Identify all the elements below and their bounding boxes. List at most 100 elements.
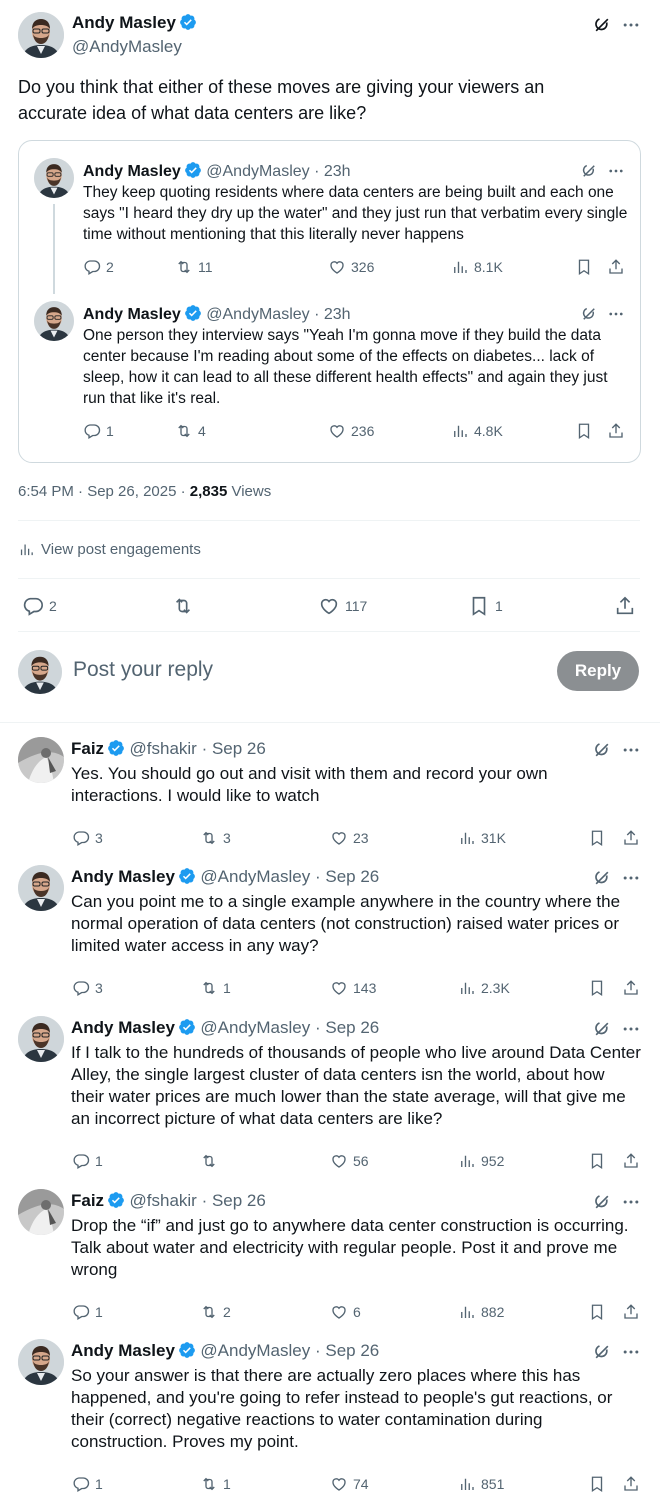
- author-name[interactable]: Faiz: [71, 1191, 104, 1210]
- avatar[interactable]: [34, 158, 74, 198]
- author-name[interactable]: Faiz: [71, 739, 104, 758]
- author-handle[interactable]: @fshakir · Sep 26: [130, 739, 266, 758]
- share-button[interactable]: [622, 1475, 640, 1493]
- like-button[interactable]: 23: [330, 829, 369, 847]
- reply-button[interactable]: 1: [83, 422, 114, 440]
- author-name[interactable]: Andy Masley: [72, 13, 176, 32]
- repost-button[interactable]: 1: [200, 1475, 231, 1493]
- share-button[interactable]: [622, 1152, 640, 1170]
- repost-button[interactable]: [200, 1152, 223, 1170]
- bookmark-button[interactable]: [588, 1475, 606, 1493]
- avatar[interactable]: [18, 737, 64, 783]
- reply-submit-button[interactable]: Reply: [557, 651, 639, 691]
- author-handle[interactable]: @AndyMasley · Sep 26: [200, 1341, 379, 1360]
- share-button[interactable]: [607, 422, 625, 440]
- avatar[interactable]: [18, 12, 64, 58]
- author-handle[interactable]: @AndyMasley · 23h: [206, 163, 350, 180]
- reply-button[interactable]: 1: [72, 1303, 103, 1321]
- verified-badge-icon: [184, 304, 202, 322]
- share-button[interactable]: [607, 258, 625, 276]
- share-button[interactable]: [622, 979, 640, 997]
- more-icon[interactable]: [621, 1019, 641, 1039]
- views-button[interactable]: 882: [458, 1303, 504, 1321]
- author-name[interactable]: Andy Masley: [71, 1018, 175, 1037]
- bookmark-button[interactable]: [588, 829, 606, 847]
- grok-icon[interactable]: [592, 1342, 612, 1362]
- repost-button[interactable]: 2: [200, 1303, 231, 1321]
- divider: [0, 722, 660, 723]
- avatar[interactable]: [34, 301, 74, 341]
- like-button[interactable]: 236: [328, 422, 374, 440]
- more-icon[interactable]: [621, 1342, 641, 1362]
- post-timestamp[interactable]: 6:54 PM · Sep 26, 2025 · 2,835 Views: [18, 483, 271, 500]
- reply-button[interactable]: 3: [72, 829, 103, 847]
- reply-header: Faiz @fshakir · Sep 26: [71, 1191, 266, 1211]
- quoted-text: They keep quoting residents where data c…: [83, 184, 628, 243]
- views-button[interactable]: 851: [458, 1475, 504, 1493]
- bookmark-button[interactable]: [588, 1303, 606, 1321]
- reply-header: Faiz @fshakir · Sep 26: [71, 739, 266, 759]
- more-icon[interactable]: [621, 868, 641, 888]
- grok-icon[interactable]: [592, 1019, 612, 1039]
- bookmark-button[interactable]: [588, 1152, 606, 1170]
- repost-button[interactable]: 3: [200, 829, 231, 847]
- more-icon[interactable]: [621, 1192, 641, 1212]
- bookmark-button[interactable]: 1: [468, 595, 503, 617]
- more-icon[interactable]: [607, 305, 625, 323]
- grok-icon[interactable]: [580, 305, 598, 323]
- verified-badge-icon: [178, 1341, 196, 1359]
- grok-icon[interactable]: [580, 162, 598, 180]
- like-button[interactable]: 6: [330, 1303, 361, 1321]
- reply-button[interactable]: 2: [22, 595, 57, 617]
- more-icon[interactable]: [607, 162, 625, 180]
- reply-button[interactable]: 1: [72, 1475, 103, 1493]
- author-name[interactable]: Andy Masley: [83, 163, 181, 180]
- avatar: [18, 650, 62, 694]
- author-handle[interactable]: @AndyMasley · Sep 26: [200, 1018, 379, 1037]
- author-handle[interactable]: @fshakir · Sep 26: [130, 1191, 266, 1210]
- like-button[interactable]: 326: [328, 258, 374, 276]
- repost-button[interactable]: [172, 595, 199, 617]
- avatar[interactable]: [18, 1016, 64, 1062]
- author-handle[interactable]: @AndyMasley · Sep 26: [200, 867, 379, 886]
- avatar[interactable]: [18, 1189, 64, 1235]
- share-button[interactable]: [622, 1303, 640, 1321]
- views-button[interactable]: 8.1K: [451, 258, 503, 276]
- like-button[interactable]: 117: [318, 595, 367, 617]
- view-engagements-link[interactable]: View post engagements: [18, 541, 201, 558]
- like-button[interactable]: 56: [330, 1152, 369, 1170]
- bookmark-button[interactable]: [575, 422, 593, 440]
- more-icon[interactable]: [621, 15, 641, 35]
- views-button[interactable]: 2.3K: [458, 979, 510, 997]
- author-name[interactable]: Andy Masley: [71, 1341, 175, 1360]
- avatar[interactable]: [18, 865, 64, 911]
- reply-button[interactable]: 3: [72, 979, 103, 997]
- author-handle[interactable]: @AndyMasley · 23h: [206, 306, 350, 323]
- like-button[interactable]: 143: [330, 979, 376, 997]
- avatar[interactable]: [18, 1339, 64, 1385]
- grok-icon[interactable]: [592, 868, 612, 888]
- share-button[interactable]: [614, 595, 636, 617]
- more-icon[interactable]: [621, 740, 641, 760]
- reply-button[interactable]: 1: [72, 1152, 103, 1170]
- reply-button[interactable]: 2: [83, 258, 114, 276]
- grok-icon[interactable]: [592, 1192, 612, 1212]
- grok-icon[interactable]: [592, 15, 612, 35]
- views-button[interactable]: 4.8K: [451, 422, 503, 440]
- reply-text: Can you point me to a single example any…: [71, 892, 621, 955]
- author-name[interactable]: Andy Masley: [71, 867, 175, 886]
- author-name[interactable]: Andy Masley: [83, 306, 181, 323]
- like-button[interactable]: 74: [330, 1475, 369, 1493]
- bookmark-button[interactable]: [588, 979, 606, 997]
- reply-text: So your answer is that there are actuall…: [71, 1366, 613, 1451]
- views-button[interactable]: 31K: [458, 829, 506, 847]
- reply-input[interactable]: Post your reply: [73, 658, 213, 682]
- repost-button[interactable]: 1: [200, 979, 231, 997]
- bookmark-button[interactable]: [575, 258, 593, 276]
- author-handle[interactable]: @AndyMasley: [72, 37, 182, 57]
- repost-button[interactable]: 11: [175, 258, 213, 276]
- views-button[interactable]: 952: [458, 1152, 504, 1170]
- share-button[interactable]: [622, 829, 640, 847]
- repost-button[interactable]: 4: [175, 422, 206, 440]
- grok-icon[interactable]: [592, 740, 612, 760]
